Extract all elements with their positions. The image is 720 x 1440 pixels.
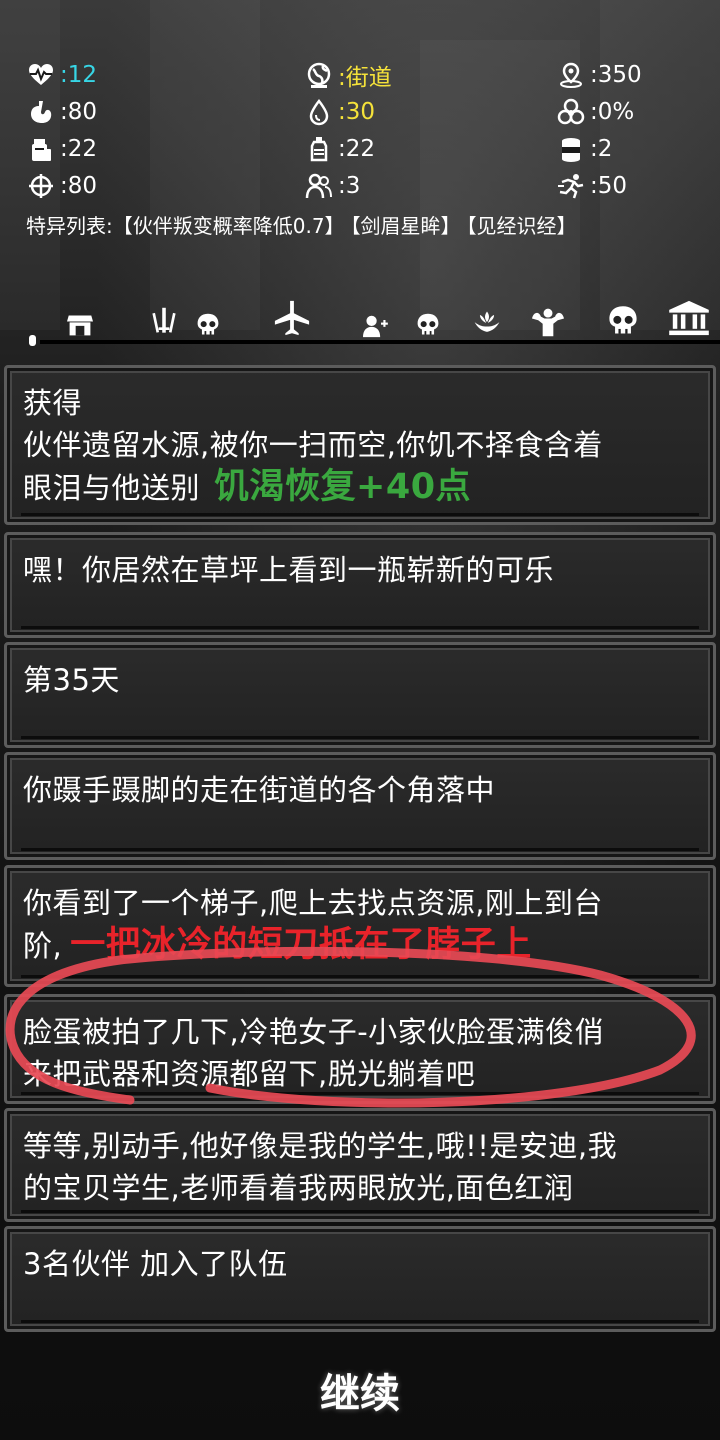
action-toolbar (0, 298, 720, 344)
log-entry: 你蹑手蹑脚的走在街道的各个角落中 (4, 752, 716, 860)
log-entry: 获得 伙伴遗留水源,被你一扫而空,你饥不择食含着 眼泪与他送别 饥渴恢复+40点 (4, 365, 716, 525)
stat-cans-value: :2 (590, 135, 613, 162)
log-line: 你看到了一个梯子,爬上去找点资源,刚上到台 (23, 886, 603, 920)
stat-accuracy-value: :80 (60, 172, 98, 199)
stat-location-value: :街道 (338, 64, 392, 91)
log-line: 眼泪与他送别 饥渴恢复+40点 (23, 466, 693, 509)
log-entry: 脸蛋被拍了几下,冷艳女子-小家伙脸蛋满俊俏 来把武器和资源都留下,脱光躺着吧 (4, 994, 716, 1104)
biohazard-icon (556, 97, 586, 127)
trait-item: 【见经识经】 (466, 214, 577, 238)
traits-list: 特异列表:【伙伴叛变概率降低0.7】 【剑眉星眸】 【见经识经】 (26, 210, 577, 239)
muscle-icon[interactable] (528, 304, 568, 340)
continue-button[interactable]: 继续 (260, 1358, 460, 1422)
add-companion-icon[interactable] (360, 312, 390, 340)
log-entry-text: 你蹑手蹑脚的走在街道的各个角落中 (23, 769, 693, 811)
stat-hunger-value: :80 (60, 98, 98, 125)
water-bottle-icon (304, 134, 334, 164)
stat-hunger: :80 (26, 95, 304, 128)
log-entry: 你看到了一个梯子,爬上去找点资源,刚上到台 阶, 一把冰冷的短刀抵在了脖子上 (4, 865, 716, 987)
stat-infection: :0% (556, 95, 706, 128)
hunger-recovery-highlight: 饥渴恢复+40点 (214, 467, 472, 507)
skull-icon[interactable] (413, 310, 443, 340)
log-line: 嘿！你居然在草坪上看到一瓶崭新的可乐 (23, 553, 555, 587)
stat-agility: :50 (556, 169, 706, 202)
log-entry-text: 3名伙伴 加入了队伍 (23, 1243, 693, 1285)
stat-companions-value: :3 (338, 172, 361, 199)
skull-icon[interactable] (193, 310, 223, 340)
log-line: 阶, 一把冰冷的短刀抵在了脖子上 (23, 924, 693, 967)
lotus-hands-icon[interactable] (470, 306, 504, 340)
log-line-text: 阶, (23, 929, 63, 963)
trait-item: 【伙伴叛变概率降低0.7】 (112, 214, 345, 238)
stat-thirst: :30 (304, 95, 556, 128)
stat-location: :街道 (304, 58, 556, 91)
stat-cans: :2 (556, 132, 706, 165)
heartbeat-icon (26, 60, 56, 90)
map-pin-icon (556, 60, 586, 90)
stomach-icon (26, 97, 56, 127)
stat-infection-value: :0% (590, 98, 635, 125)
stat-water: :22 (304, 132, 556, 165)
log-line: 3名伙伴 加入了队伍 (23, 1247, 288, 1281)
game-screen: :12 :街道 :350 :80 :30:0%:22:22:2:80 … (0, 0, 720, 1440)
log-line: 来把武器和资源都留下,脱光躺着吧 (23, 1057, 476, 1091)
log-entry: 嘿！你居然在草坪上看到一瓶崭新的可乐 (4, 532, 716, 638)
skull-icon[interactable] (604, 302, 642, 340)
water-drop-icon (304, 97, 334, 127)
log-entry: 等等,别动手,他好像是我的学生,哦!!是安迪,我 的宝贝学生,老师看着我两眼放光… (4, 1108, 716, 1222)
stats-panel: :12 :街道 :350 :80 :30:0%:22:22:2:80 … (26, 58, 706, 202)
trait-item: 【剑眉星眸】 (350, 214, 461, 238)
stat-thirst-value: :30 (338, 98, 376, 125)
airplane-icon[interactable] (272, 298, 312, 338)
crosshair-icon (26, 171, 56, 201)
log-entry-text: 获得 伙伴遗留水源,被你一扫而空,你饥不择食含着 眼泪与他送别 饥渴恢复+40点 (23, 382, 693, 509)
log-entry: 3名伙伴 加入了队伍 (4, 1226, 716, 1332)
running-icon (556, 171, 586, 201)
log-line: 的宝贝学生,老师看着我两眼放光,面色红润 (23, 1171, 574, 1205)
log-line: 伙伴遗留水源,被你一扫而空,你饥不择食含着 (23, 428, 603, 462)
bank-icon[interactable] (666, 298, 712, 338)
danger-highlight: 一把冰冷的短刀抵在了脖子上 (70, 925, 532, 965)
stat-accuracy: :80 (26, 169, 304, 202)
log-entry: 第35天 (4, 642, 716, 748)
stat-health-value: :12 (60, 61, 98, 88)
stat-health: :12 (26, 58, 304, 91)
traits-label: 特异列表: (26, 214, 113, 238)
log-entry-text: 脸蛋被拍了几下,冷艳女子-小家伙脸蛋满俊俏 来把武器和资源都留下,脱光躺着吧 (23, 1011, 693, 1095)
log-line: 脸蛋被拍了几下,冷艳女子-小家伙脸蛋满俊俏 (23, 1015, 605, 1049)
stat-companions: :3 (304, 169, 556, 202)
companions-icon (304, 171, 334, 201)
stat-food: :22 (26, 132, 304, 165)
stat-distance: :350 (556, 58, 706, 91)
log-entry-text: 你看到了一个梯子,爬上去找点资源,刚上到台 阶, 一把冰冷的短刀抵在了脖子上 (23, 882, 693, 967)
stat-agility-value: :50 (590, 172, 628, 199)
food-can-icon (26, 134, 56, 164)
stat-food-value: :22 (60, 135, 98, 162)
shop-icon[interactable] (64, 310, 96, 340)
weapons-icon[interactable] (146, 304, 182, 340)
toolbar-divider (40, 340, 720, 344)
log-entry-text: 等等,别动手,他好像是我的学生,哦!!是安迪,我 的宝贝学生,老师看着我两眼放光… (23, 1125, 693, 1209)
log-line-text: 眼泪与他送别 (23, 471, 201, 505)
log-line: 第35天 (23, 663, 120, 697)
log-entry-text: 嘿！你居然在草坪上看到一瓶崭新的可乐 (23, 549, 693, 591)
globe-location-icon (304, 60, 334, 90)
stat-distance-value: :350 (590, 61, 642, 88)
canned-food-icon (556, 134, 586, 164)
stat-water-value: :22 (338, 135, 376, 162)
log-entry-text: 第35天 (23, 659, 693, 701)
scroll-indicator (29, 335, 36, 346)
log-line: 等等,别动手,他好像是我的学生,哦!!是安迪,我 (23, 1129, 618, 1163)
log-line: 你蹑手蹑脚的走在街道的各个角落中 (23, 773, 496, 807)
log-line: 获得 (23, 386, 83, 420)
